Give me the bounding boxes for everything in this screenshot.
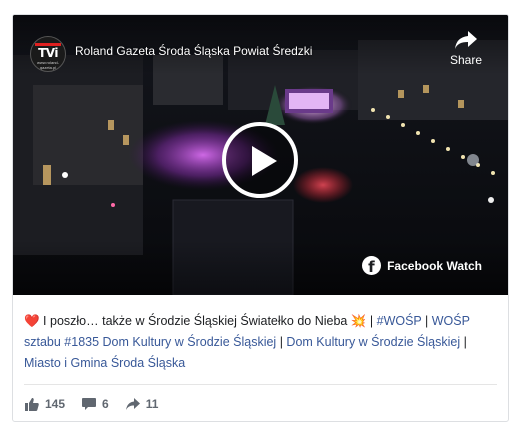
facebook-watch-label: Facebook Watch <box>387 258 482 273</box>
video-player[interactable]: TVi www.roland-gazeta.pl Roland Gazeta Ś… <box>13 15 508 295</box>
share-label: Share <box>449 53 483 67</box>
page-link-miasto-gmina[interactable]: Miasto i Gmina Środa Śląska <box>24 356 185 370</box>
likes-value: 145 <box>45 397 66 411</box>
comments-count[interactable]: 6 <box>82 397 109 411</box>
comment-icon <box>82 397 97 410</box>
shares-value: 11 <box>145 397 159 411</box>
post-caption: ❤️ I poszło… także w Środzie Śląskiej Św… <box>24 311 498 374</box>
post-stats: 145 6 11 <box>25 397 175 411</box>
page-link-dom-kultury[interactable]: Dom Kultury w Środzie Śląskiej <box>286 335 460 349</box>
video-title[interactable]: Roland Gazeta Środa Śląska Powiat Średzk… <box>75 44 312 58</box>
comments-value: 6 <box>102 397 109 411</box>
video-post-card: TVi www.roland-gazeta.pl Roland Gazeta Ś… <box>12 14 509 422</box>
caption-separator: | <box>366 314 377 328</box>
channel-avatar[interactable]: TVi www.roland-gazeta.pl <box>30 36 66 72</box>
play-icon <box>252 146 277 176</box>
hashtag-link-wosp[interactable]: #WOŚP <box>377 314 422 328</box>
caption-text: I poszło… także w Środzie Śląskiej Świat… <box>39 314 351 328</box>
share-arrow-icon <box>125 398 140 410</box>
facebook-icon: f <box>362 256 382 276</box>
shares-count[interactable]: 11 <box>125 397 159 411</box>
stats-divider <box>24 384 497 385</box>
caption-separator: | <box>460 335 467 349</box>
play-button[interactable] <box>222 122 298 198</box>
thumbs-up-icon <box>25 397 39 411</box>
likes-count[interactable]: 145 <box>25 397 65 411</box>
collision-emoji: 💥 <box>350 314 367 328</box>
channel-logo-subtext: www.roland-gazeta.pl <box>36 60 59 70</box>
channel-logo-text: TVi <box>38 46 58 60</box>
caption-separator: | <box>421 314 432 328</box>
facebook-watch-link[interactable]: f Facebook Watch <box>362 256 482 276</box>
share-icon <box>455 31 477 49</box>
caption-separator: | <box>276 335 287 349</box>
heart-emoji: ❤️ <box>24 314 40 328</box>
share-button[interactable]: Share <box>444 30 488 67</box>
